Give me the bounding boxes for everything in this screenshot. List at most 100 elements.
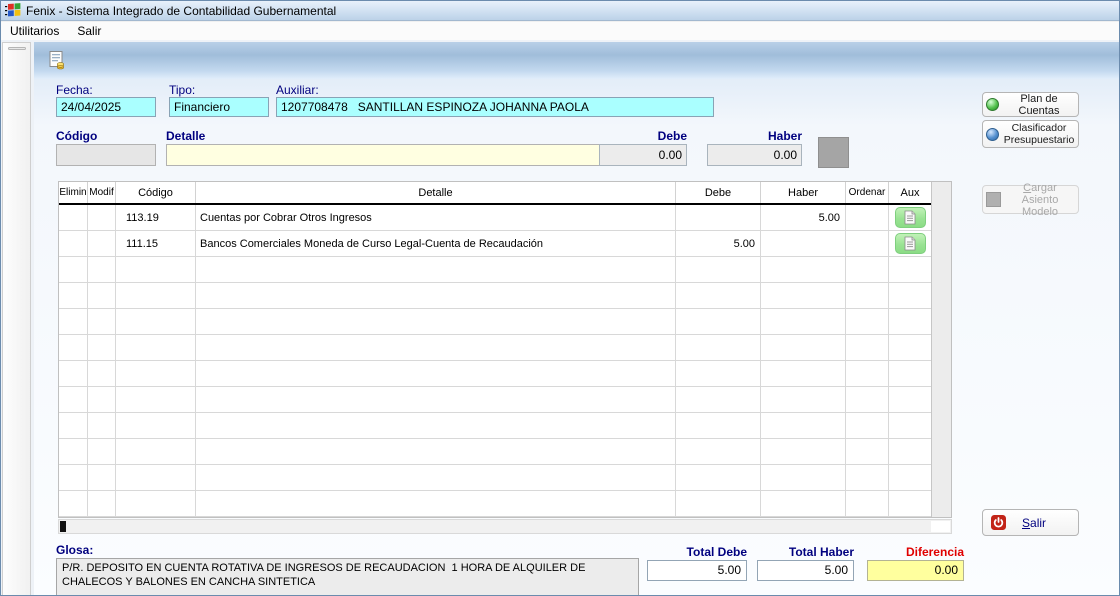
clasificador-presupuestario-button[interactable]: Clasificador Presupuestario: [982, 120, 1079, 148]
cell-codigo: [116, 361, 196, 387]
panel-grip-handle[interactable]: [8, 47, 26, 50]
salir-label: Salir: [1022, 517, 1046, 529]
diferencia-value: 0.00: [867, 560, 964, 581]
cell-haber: [761, 335, 846, 361]
table-row[interactable]: [59, 335, 931, 361]
cell-codigo: 113.19: [116, 205, 196, 231]
clasificador-label: Clasificador Presupuestario: [1003, 122, 1075, 146]
entries-table-header: Elimin Modif Código Detalle Debe Haber O…: [59, 182, 931, 205]
tipo-input[interactable]: Financiero: [169, 97, 269, 117]
debe-label: Debe: [599, 129, 687, 143]
cell-modif: [88, 491, 116, 517]
table-row[interactable]: 113.19 Cuentas por Cobrar Otros Ingresos…: [59, 205, 931, 231]
col-header-debe: Debe: [676, 182, 761, 203]
col-header-detalle: Detalle: [196, 182, 676, 203]
codigo-input[interactable]: [56, 144, 156, 166]
window-title: Fenix - Sistema Integrado de Contabilida…: [26, 4, 336, 18]
cell-debe: [676, 257, 761, 283]
cell-haber: [761, 413, 846, 439]
menu-bar: Utilitarios Salir: [1, 22, 1120, 40]
haber-input[interactable]: 0.00: [707, 144, 802, 166]
cell-aux: [889, 205, 931, 231]
cell-detalle: Bancos Comerciales Moneda de Curso Legal…: [196, 231, 676, 257]
table-horizontal-scrollbar[interactable]: [58, 519, 952, 534]
cell-aux: [889, 361, 931, 387]
cell-ordenar: [846, 465, 889, 491]
table-row[interactable]: [59, 309, 931, 335]
col-header-haber: Haber: [761, 182, 846, 203]
blue-sphere-icon: [986, 128, 999, 141]
plan-de-cuentas-button[interactable]: Plan de Cuentas: [982, 92, 1079, 117]
cell-elimin: [59, 309, 88, 335]
table-row[interactable]: [59, 491, 931, 517]
table-row[interactable]: [59, 257, 931, 283]
cell-codigo: [116, 283, 196, 309]
entry-form-panel: Fecha: 24/04/2025 Tipo: Financiero Auxil…: [34, 79, 1120, 596]
tipo-label: Tipo:: [169, 83, 195, 97]
cell-haber: [761, 231, 846, 257]
cell-haber: [761, 283, 846, 309]
cell-elimin: [59, 491, 88, 517]
cell-elimin: [59, 335, 88, 361]
table-row[interactable]: 111.15 Bancos Comerciales Moneda de Curs…: [59, 231, 931, 257]
table-row[interactable]: [59, 361, 931, 387]
debe-input[interactable]: 0.00: [599, 144, 687, 166]
total-debe-value: 5.00: [647, 560, 747, 581]
cell-debe: [676, 335, 761, 361]
glosa-input[interactable]: P/R. DEPOSITO EN CUENTA ROTATIVA DE INGR…: [56, 558, 639, 596]
aux-button[interactable]: [895, 233, 926, 254]
cell-detalle: [196, 335, 676, 361]
cell-aux: [889, 465, 931, 491]
cell-aux: [889, 335, 931, 361]
salir-button[interactable]: Salir: [982, 509, 1079, 536]
table-row[interactable]: [59, 439, 931, 465]
codigo-label: Código: [56, 129, 97, 143]
cell-detalle: [196, 361, 676, 387]
workspace: Fecha: 24/04/2025 Tipo: Financiero Auxil…: [1, 40, 1120, 596]
cell-modif: [88, 439, 116, 465]
cell-debe: [676, 465, 761, 491]
cargar-asiento-modelo-button[interactable]: Cargar Asiento Modelo: [982, 185, 1079, 214]
left-collapsed-panel[interactable]: [2, 42, 31, 596]
col-header-aux: Aux: [889, 182, 931, 203]
title-bar: Fenix - Sistema Integrado de Contabilida…: [1, 1, 1120, 21]
auxiliar-input[interactable]: 1207708478 SANTILLAN ESPINOZA JOHANNA PA…: [276, 97, 714, 117]
cell-codigo: [116, 309, 196, 335]
aux-button[interactable]: [895, 207, 926, 228]
cell-haber: [761, 257, 846, 283]
table-row[interactable]: [59, 283, 931, 309]
cell-debe: [676, 491, 761, 517]
cell-modif: [88, 283, 116, 309]
cell-debe: 5.00: [676, 231, 761, 257]
cell-aux: [889, 283, 931, 309]
status-square-button[interactable]: [818, 137, 849, 168]
cell-ordenar: [846, 231, 889, 257]
table-row[interactable]: [59, 465, 931, 491]
cell-modif: [88, 335, 116, 361]
table-vertical-scrollbar[interactable]: [931, 182, 951, 517]
cell-ordenar: [846, 283, 889, 309]
col-header-ordenar: Ordenar: [846, 182, 889, 203]
hscroll-thumb[interactable]: [60, 521, 66, 532]
cell-codigo: [116, 257, 196, 283]
cell-codigo: [116, 413, 196, 439]
scrollbar-corner: [931, 521, 950, 532]
cell-elimin: [59, 205, 88, 231]
diferencia-label: Diferencia: [867, 545, 964, 559]
cell-elimin: [59, 283, 88, 309]
glosa-label: Glosa:: [56, 543, 93, 557]
cell-elimin: [59, 439, 88, 465]
cell-modif: [88, 309, 116, 335]
detalle-input[interactable]: [166, 144, 601, 166]
menu-utilitarios[interactable]: Utilitarios: [1, 22, 68, 40]
cell-elimin: [59, 257, 88, 283]
menu-salir[interactable]: Salir: [68, 22, 110, 40]
total-haber-value: 5.00: [757, 560, 854, 581]
table-row[interactable]: [59, 413, 931, 439]
table-row[interactable]: [59, 387, 931, 413]
cell-modif: [88, 387, 116, 413]
fecha-input[interactable]: 24/04/2025: [56, 97, 156, 117]
entries-table: Elimin Modif Código Detalle Debe Haber O…: [58, 181, 952, 518]
cell-aux: [889, 413, 931, 439]
new-voucher-icon[interactable]: [47, 50, 68, 71]
